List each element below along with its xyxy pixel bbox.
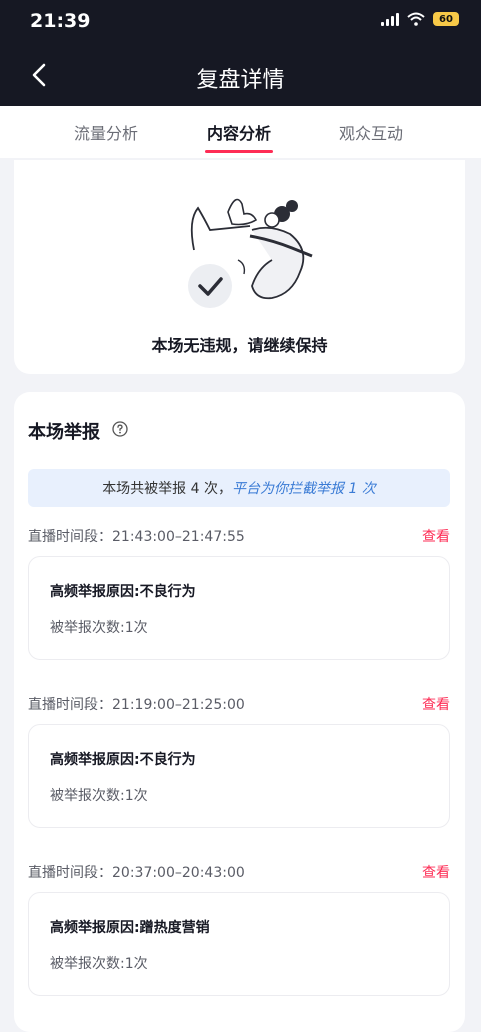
reports-section-title: 本场举报 [28, 422, 100, 443]
compliance-card: 本场无违规，请继续保持 [14, 160, 465, 374]
tab-audience-interaction[interactable]: 观众互动 [311, 120, 431, 144]
intercepted-report-text: 平台为你拦截举报 1 次 [232, 481, 376, 497]
tab-traffic-analysis[interactable]: 流量分析 [46, 120, 166, 144]
live-period-label: 直播时间段：21:43:00–21:47:55 [28, 529, 245, 545]
wifi-icon [407, 12, 425, 26]
view-button[interactable]: 查看 [422, 694, 450, 714]
report-detail-box: 高频举报原因:不良行为 被举报次数:1次 [28, 556, 450, 660]
report-times: 被举报次数:1次 [50, 620, 148, 636]
help-icon[interactable] [112, 421, 128, 437]
report-detail-box: 高频举报原因:蹭热度营销 被举报次数:1次 [28, 892, 450, 996]
report-times: 被举报次数:1次 [50, 956, 148, 972]
view-button[interactable]: 查看 [422, 526, 450, 546]
battery-icon: 60 [433, 12, 459, 26]
report-count-text: 本场共被举报 4 次， [102, 481, 232, 497]
status-bar: 21:39 60 [0, 0, 481, 44]
report-reason: 高频举报原因:不良行为 [50, 584, 196, 600]
tab-content-analysis[interactable]: 内容分析 [179, 120, 299, 153]
reports-card: 本场举报 本场共被举报 4 次， 平台为你拦截举报 1 次 直播时间段：21:4… [14, 392, 465, 1032]
no-violation-message: 本场无违规，请继续保持 [151, 336, 328, 355]
report-reason: 高频举报原因:蹭热度营销 [50, 920, 210, 936]
live-period-label: 直播时间段：20:37:00–20:43:00 [28, 865, 245, 881]
tab-bar: 流量分析 内容分析 观众互动 [0, 106, 481, 158]
report-summary-banner: 本场共被举报 4 次， 平台为你拦截举报 1 次 [28, 469, 450, 507]
report-reason: 高频举报原因:不良行为 [50, 752, 196, 768]
live-period-label: 直播时间段：21:19:00–21:25:00 [28, 697, 245, 713]
no-violation-illustration [188, 198, 313, 308]
status-icons: 60 [381, 12, 459, 26]
nav-bar: 复盘详情 [0, 44, 481, 106]
page-title: 复盘详情 [196, 68, 285, 93]
view-button[interactable]: 查看 [422, 862, 450, 882]
battery-level: 60 [439, 13, 453, 25]
signal-icon [381, 12, 399, 26]
status-time: 21:39 [30, 10, 91, 32]
report-detail-box: 高频举报原因:不良行为 被举报次数:1次 [28, 724, 450, 828]
report-times: 被举报次数:1次 [50, 788, 148, 804]
